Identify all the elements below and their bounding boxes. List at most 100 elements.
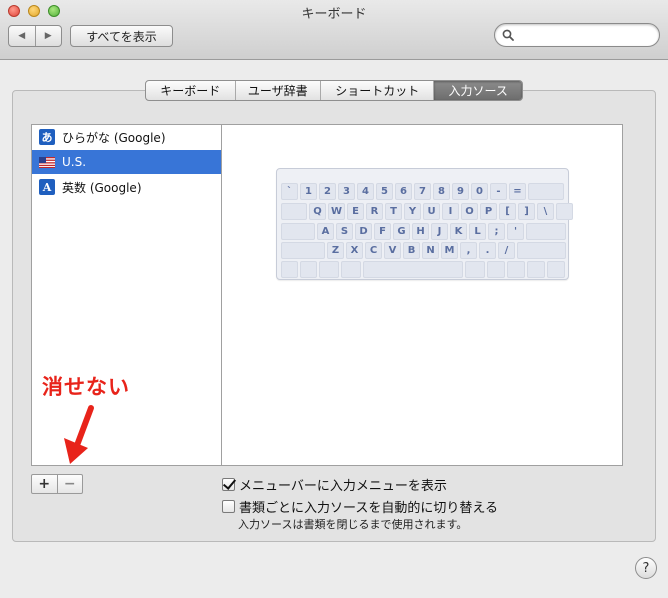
keyboard-key: ]	[518, 203, 535, 220]
back-button[interactable]: ◀	[9, 26, 35, 46]
keyboard-key: J	[431, 223, 448, 240]
tab-user-dictionary[interactable]: ユーザ辞書	[234, 81, 321, 100]
input-source-label: 英数 (Google)	[62, 180, 142, 195]
keyboard-key: O	[461, 203, 478, 220]
auto-switch-label: 書類ごとに入力ソースを自動的に切り替える	[239, 501, 498, 516]
keyboard-key: 7	[414, 183, 431, 200]
add-remove-control: + −	[31, 474, 83, 494]
keyboard-key: P	[480, 203, 497, 220]
keyboard-key	[300, 261, 317, 278]
help-button[interactable]: ?	[635, 557, 657, 579]
keyboard-key	[547, 261, 565, 278]
input-source-hiragana[interactable]: あ ひらがな (Google)	[32, 125, 221, 149]
eisu-a-icon: A	[39, 179, 55, 195]
tab-shortcuts[interactable]: ショートカット	[320, 81, 433, 100]
keyboard-key: /	[498, 242, 515, 259]
show-input-menu-label: メニューバーに入力メニューを表示	[239, 479, 447, 494]
keyboard-key: Z	[327, 242, 344, 259]
show-all-button[interactable]: すべてを表示	[70, 25, 173, 47]
keyboard-key: L	[469, 223, 486, 240]
keyboard-key: 1	[300, 183, 317, 200]
keyboard-key: Y	[404, 203, 421, 220]
search-icon	[502, 29, 514, 41]
keyboard-key: T	[385, 203, 402, 220]
keyboard-key: ;	[488, 223, 505, 240]
keyboard-row-1: ` 1 2 3 4 5 6 7 8 9 0- =	[281, 183, 564, 200]
keyboard-key: K	[450, 223, 467, 240]
keyboard-key: =	[509, 183, 526, 200]
auto-switch-option[interactable]: 書類ごとに入力ソースを自動的に切り替える	[222, 497, 498, 516]
keyboard-key: .	[479, 242, 496, 259]
back-arrow-icon: ◀	[18, 31, 26, 41]
keyboard-key: F	[374, 223, 391, 240]
keyboard-layout-preview: ` 1 2 3 4 5 6 7 8 9 0- = Q W E R T Y U I O P[] \ A S D F G H J K L; ' …	[276, 168, 573, 280]
keyboard-key: B	[403, 242, 420, 259]
back-forward-control: ◀ ▶	[8, 25, 62, 47]
keyboard-key: 6	[395, 183, 412, 200]
search-field[interactable]	[494, 23, 660, 47]
keyboard-key	[319, 261, 339, 278]
keyboard-key: 4	[357, 183, 374, 200]
tab-input-sources[interactable]: 入力ソース	[433, 81, 522, 100]
keyboard-row-3: A S D F G H J K L; '	[281, 223, 566, 240]
keyboard-key: [	[499, 203, 516, 220]
title-bar: キーボード ◀ ▶ すべてを表示	[0, 0, 668, 60]
keyboard-key: 3	[338, 183, 355, 200]
keyboard-key	[507, 261, 525, 278]
input-source-eisu[interactable]: A 英数 (Google)	[32, 175, 221, 199]
keyboard-key	[526, 223, 566, 240]
keyboard-key: 5	[376, 183, 393, 200]
forward-button[interactable]: ▶	[34, 26, 62, 46]
auto-switch-checkbox[interactable]	[222, 500, 235, 513]
window-title: キーボード	[301, 7, 367, 22]
keyboard-key: H	[412, 223, 429, 240]
keyboard-key	[528, 183, 564, 200]
show-input-menu-option[interactable]: メニューバーに入力メニューを表示	[222, 475, 447, 494]
input-source-label: ひらがな (Google)	[62, 130, 166, 145]
keyboard-key: 0	[471, 183, 488, 200]
input-source-label: U.S.	[62, 155, 87, 169]
forward-arrow-icon: ▶	[44, 31, 52, 41]
keyboard-key: Q	[309, 203, 326, 220]
search-input[interactable]	[517, 26, 653, 44]
keyboard-key	[341, 261, 361, 278]
keyboard-key: E	[347, 203, 364, 220]
annotation-arrow-icon	[64, 405, 94, 464]
keyboard-key	[281, 242, 325, 259]
keyboard-key	[556, 203, 573, 220]
show-input-menu-checkbox[interactable]	[222, 478, 235, 491]
us-flag-icon	[39, 154, 55, 170]
keyboard-row-2: Q W E R T Y U I O P[] \	[281, 203, 573, 220]
annotation-label: 消せない	[42, 375, 130, 399]
keyboard-spacebar	[363, 261, 463, 278]
keyboard-key: 2	[319, 183, 336, 200]
keyboard-key: '	[507, 223, 524, 240]
remove-input-source-button[interactable]: −	[56, 475, 83, 493]
keyboard-key: 9	[452, 183, 469, 200]
keyboard-row-4: Z X C V B N M,. /	[281, 242, 566, 259]
keyboard-key: D	[355, 223, 372, 240]
keyboard-key: X	[346, 242, 363, 259]
keyboard-key: V	[384, 242, 401, 259]
input-source-us[interactable]: U.S.	[32, 150, 221, 174]
add-input-source-button[interactable]: +	[32, 475, 57, 493]
keyboard-key	[465, 261, 485, 278]
keyboard-key	[281, 203, 307, 220]
keyboard-key: C	[365, 242, 382, 259]
keyboard-key: `	[281, 183, 298, 200]
keyboard-key: M	[441, 242, 458, 259]
keyboard-key	[281, 223, 315, 240]
keyboard-key: ,	[460, 242, 477, 259]
hiragana-a-icon: あ	[39, 129, 55, 145]
keyboard-key: N	[422, 242, 439, 259]
keyboard-key: \	[537, 203, 554, 220]
keyboard-row-5	[281, 261, 565, 278]
tab-keyboard[interactable]: キーボード	[146, 81, 235, 100]
keyboard-key	[527, 261, 545, 278]
keyboard-key: G	[393, 223, 410, 240]
keyboard-key: -	[490, 183, 507, 200]
keyboard-key: S	[336, 223, 353, 240]
keyboard-key: W	[328, 203, 345, 220]
tab-bar: キーボード ユーザ辞書 ショートカット 入力ソース	[145, 80, 523, 101]
keyboard-key: 8	[433, 183, 450, 200]
